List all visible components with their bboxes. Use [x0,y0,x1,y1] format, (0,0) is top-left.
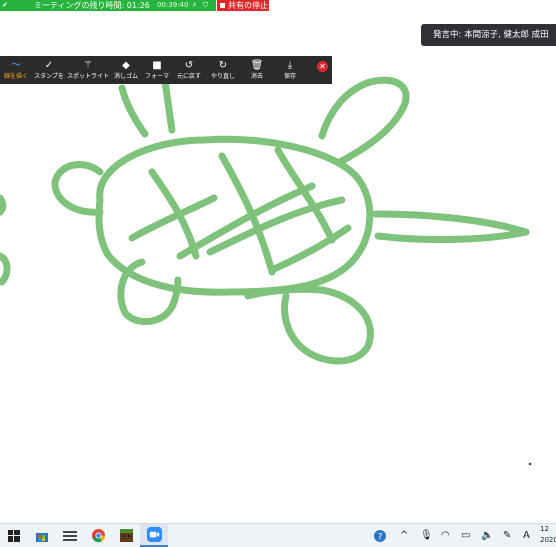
tool-draw-line[interactable]: 〜 線を描く [0,56,32,84]
stray-dot [528,462,532,466]
active-speaker-label: 発言中: 本間涼子, 健太郎 成田 [433,30,549,40]
stop-share-button[interactable]: 共有の停止 [217,0,269,11]
tool-undo[interactable]: ↺ 元に戻す [172,56,206,84]
save-icon: ⤓ [287,59,293,71]
line-icon: 〜 [11,59,21,71]
chrome-icon[interactable] [84,524,112,547]
tool-label: フォーマ [144,72,169,80]
battery-icon[interactable]: ▭ [461,524,470,547]
store-icon[interactable] [28,524,56,547]
network-icon[interactable]: ◠ [441,524,450,547]
turtle-flipper-stroke [161,78,176,134]
shell-pattern-stroke [268,224,352,274]
eraser-icon: ◆ [122,59,130,71]
tool-label: スポットライト [66,72,109,80]
tool-label: 消去 [250,72,263,80]
shield-icon: ⛉ [203,1,209,9]
meeting-elapsed-time: 00:39:40 [157,1,189,9]
tool-label: 保存 [283,72,296,80]
wand-icon: ⚚ [83,59,93,71]
annotation-toolbar: 〜 線を描く ✓ スタンプを ⚚ スポットライト ◆ 消しゴム ■ フォーマ ↺… [0,56,332,84]
windows-taskbar: ? ^ 🎙 ◠ ▭ 🔈 ✎ A 12 2020 [0,523,556,547]
tool-label: 元に戻す [176,72,201,80]
clock-time: 12 [540,525,549,533]
tool-label: やり直し [210,72,235,80]
stop-share-label: 共有の停止 [228,1,268,10]
microphone-icon[interactable]: 🎙 [420,524,433,547]
meeting-indicator-icon: ✔ [2,1,8,9]
signal-icon: ⚡ [192,1,197,9]
undo-icon: ↺ [184,59,194,71]
tool-label: スタンプを [34,72,64,80]
format-square-icon: ■ [152,59,162,71]
svg-text:?: ? [378,532,383,542]
help-icon[interactable]: ? [373,524,387,547]
chevron-up-icon[interactable]: ^ [400,524,408,547]
active-speaker-indicator: 発言中: 本間涼子, 健太郎 成田 [421,24,556,46]
stamp-check-icon: ✓ [44,59,54,71]
task-view-icon[interactable] [56,524,84,547]
tool-format[interactable]: ■ フォーマ [142,56,172,84]
turtle-shell-stroke [95,135,374,296]
tool-stamp[interactable]: ✓ スタンプを [32,56,66,84]
speaker-mute-icon[interactable]: 🔈 [481,524,493,547]
start-button[interactable] [0,524,28,547]
tool-label: 線を描く [3,72,28,80]
turtle-tail-stroke [372,210,530,243]
windows-logo-icon [8,529,20,542]
tool-eraser[interactable]: ◆ 消しゴム [110,56,142,84]
trash-icon: 🗑 [250,59,264,71]
turtle-head-stroke [51,161,104,216]
close-icon[interactable]: ✕ [317,61,328,72]
tool-save[interactable]: ⤓ 保存 [274,56,306,84]
ime-label: A [523,530,530,541]
zoom-icon[interactable] [140,524,168,547]
tool-label: 消しゴム [113,72,138,80]
tool-spotlight[interactable]: ⚚ スポットライト [66,56,110,84]
turtle-flipper-stroke [117,258,182,326]
tool-clear[interactable]: 🗑 消去 [240,56,274,84]
ime-indicator[interactable]: A [523,524,530,547]
stop-icon [220,3,225,8]
meeting-status-bar: ✔ ミーティングの残り時間: 01:26 00:39:40 ⚡ ⛉ [0,0,216,11]
turtle-flipper-stroke [244,285,374,365]
redo-icon: ↻ [218,59,228,71]
partial-stroke [0,194,7,216]
turtle-flipper-stroke [118,84,149,138]
meeting-remaining-time: ミーティングの残り時間: 01:26 [34,1,150,10]
pen-icon[interactable]: ✎ [503,524,511,547]
minecraft-icon[interactable] [112,524,140,547]
system-clock[interactable]: 12 2020 [540,524,556,546]
tool-redo[interactable]: ↻ やり直し [206,56,240,84]
clock-date: 2020 [540,536,556,544]
partial-stroke [0,252,11,286]
turtle-flipper-stroke [318,76,410,166]
